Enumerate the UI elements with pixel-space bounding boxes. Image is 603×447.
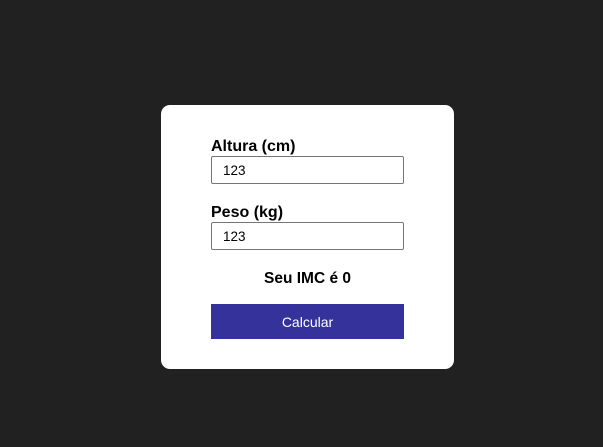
weight-label: Peso (kg) (211, 204, 284, 221)
calculate-button[interactable]: Calcular (211, 304, 404, 339)
height-input[interactable] (211, 156, 404, 184)
weight-input[interactable] (211, 222, 404, 250)
height-label: Altura (cm) (211, 138, 296, 155)
bmi-calculator-card: Altura (cm) Peso (kg) Seu IMC é 0 Calcul… (161, 105, 454, 369)
bmi-result: Seu IMC é 0 (264, 270, 351, 287)
